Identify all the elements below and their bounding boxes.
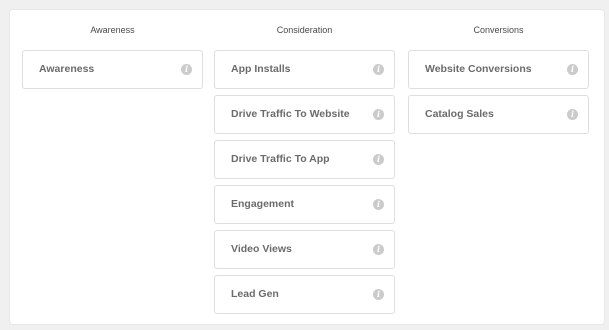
column-consideration: Consideration App Installs i Drive Traff… [214, 10, 395, 320]
column-header-awareness: Awareness [90, 25, 135, 35]
objective-app-installs[interactable]: App Installs i [214, 50, 395, 89]
objective-catalog-sales[interactable]: Catalog Sales i [408, 95, 589, 134]
info-icon[interactable]: i [373, 64, 384, 75]
objective-selector-panel: Awareness Awareness i Consideration App … [10, 10, 604, 324]
info-icon[interactable]: i [373, 289, 384, 300]
objective-label: Engagement [231, 198, 295, 210]
info-icon[interactable]: i [181, 64, 192, 75]
objective-label: Catalog Sales [425, 108, 494, 120]
objective-label: Lead Gen [231, 288, 279, 300]
objective-label: Drive Traffic To App [231, 153, 330, 165]
objective-drive-traffic-to-app[interactable]: Drive Traffic To App i [214, 140, 395, 179]
column-header-consideration: Consideration [276, 25, 333, 35]
objective-label: Awareness [39, 63, 95, 75]
objective-awareness[interactable]: Awareness i [22, 50, 203, 89]
objective-label: App Installs [231, 63, 291, 75]
objective-label: Drive Traffic To Website [231, 108, 350, 120]
objective-drive-traffic-to-website[interactable]: Drive Traffic To Website i [214, 95, 395, 134]
info-icon[interactable]: i [373, 199, 384, 210]
column-header-conversions: Conversions [473, 25, 524, 35]
objective-video-views[interactable]: Video Views i [214, 230, 395, 269]
objective-website-conversions[interactable]: Website Conversions i [408, 50, 589, 89]
objective-label: Video Views [231, 243, 292, 255]
objective-engagement[interactable]: Engagement i [214, 185, 395, 224]
info-icon[interactable]: i [567, 64, 578, 75]
info-icon[interactable]: i [373, 109, 384, 120]
objective-lead-gen[interactable]: Lead Gen i [214, 275, 395, 314]
column-awareness: Awareness Awareness i [22, 10, 203, 95]
info-icon[interactable]: i [373, 154, 384, 165]
info-icon[interactable]: i [567, 109, 578, 120]
objective-label: Website Conversions [425, 63, 532, 75]
column-conversions: Conversions Website Conversions i Catalo… [408, 10, 589, 140]
info-icon[interactable]: i [373, 244, 384, 255]
